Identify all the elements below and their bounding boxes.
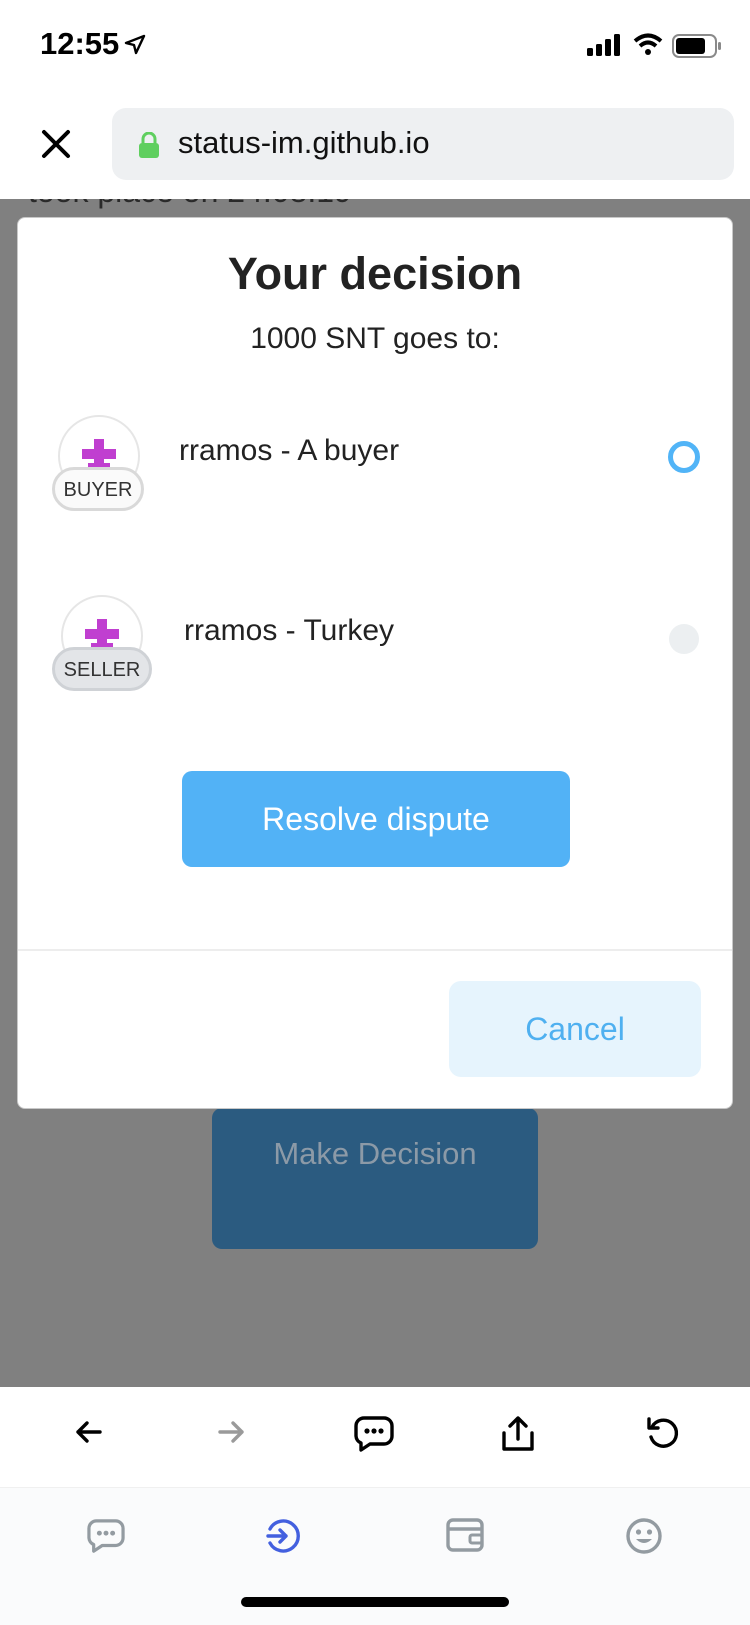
chat-tab-icon[interactable] bbox=[87, 1518, 125, 1554]
buyer-radio-selected[interactable] bbox=[668, 441, 700, 473]
home-indicator bbox=[241, 1597, 509, 1607]
reload-icon[interactable] bbox=[645, 1415, 681, 1451]
modal-divider bbox=[18, 949, 732, 951]
wifi-icon bbox=[633, 33, 663, 55]
modal-subtitle: 1000 SNT goes to: bbox=[250, 322, 500, 355]
make-decision-button: Make Decision bbox=[212, 1108, 538, 1249]
seller-option-label: rramos - Turkey bbox=[184, 614, 395, 647]
seller-badge: SELLER bbox=[52, 647, 152, 691]
location-arrow-icon bbox=[124, 34, 146, 55]
browser-toolbar bbox=[0, 1387, 750, 1487]
dapps-tab-icon[interactable] bbox=[266, 1518, 302, 1554]
chat-icon[interactable] bbox=[354, 1415, 394, 1453]
buyer-badge: BUYER bbox=[52, 467, 144, 511]
close-browser-button[interactable] bbox=[36, 124, 76, 164]
buyer-option-label: rramos - A buyer bbox=[179, 434, 400, 467]
buyer-option[interactable]: BUYER rramos - A buyer bbox=[18, 403, 732, 513]
status-bar: 12:55 bbox=[0, 0, 750, 95]
seller-radio-unselected[interactable] bbox=[669, 624, 699, 654]
wallet-tab-icon[interactable] bbox=[446, 1518, 484, 1552]
back-arrow-icon[interactable] bbox=[72, 1415, 106, 1449]
share-icon[interactable] bbox=[500, 1415, 536, 1453]
resolve-dispute-button[interactable]: Resolve dispute bbox=[182, 771, 570, 867]
decision-modal: Your decision 1000 SNT goes to: BUYER rr… bbox=[17, 217, 733, 1109]
forward-arrow-icon[interactable] bbox=[214, 1415, 248, 1449]
modal-title: Your decision bbox=[227, 248, 523, 299]
cancel-button[interactable]: Cancel bbox=[449, 981, 701, 1077]
background-page-text: took place on 24.08.19 bbox=[28, 199, 352, 210]
address-field[interactable]: status-im.github.io bbox=[112, 108, 734, 180]
cellular-signal-icon bbox=[587, 34, 620, 56]
battery-icon bbox=[672, 34, 721, 58]
url-text: status-im.github.io bbox=[178, 125, 430, 160]
seller-option[interactable]: SELLER rramos - Turkey bbox=[18, 583, 732, 693]
status-time: 12:55 bbox=[40, 26, 120, 61]
lock-icon bbox=[139, 132, 159, 158]
profile-tab-icon[interactable] bbox=[626, 1518, 662, 1554]
